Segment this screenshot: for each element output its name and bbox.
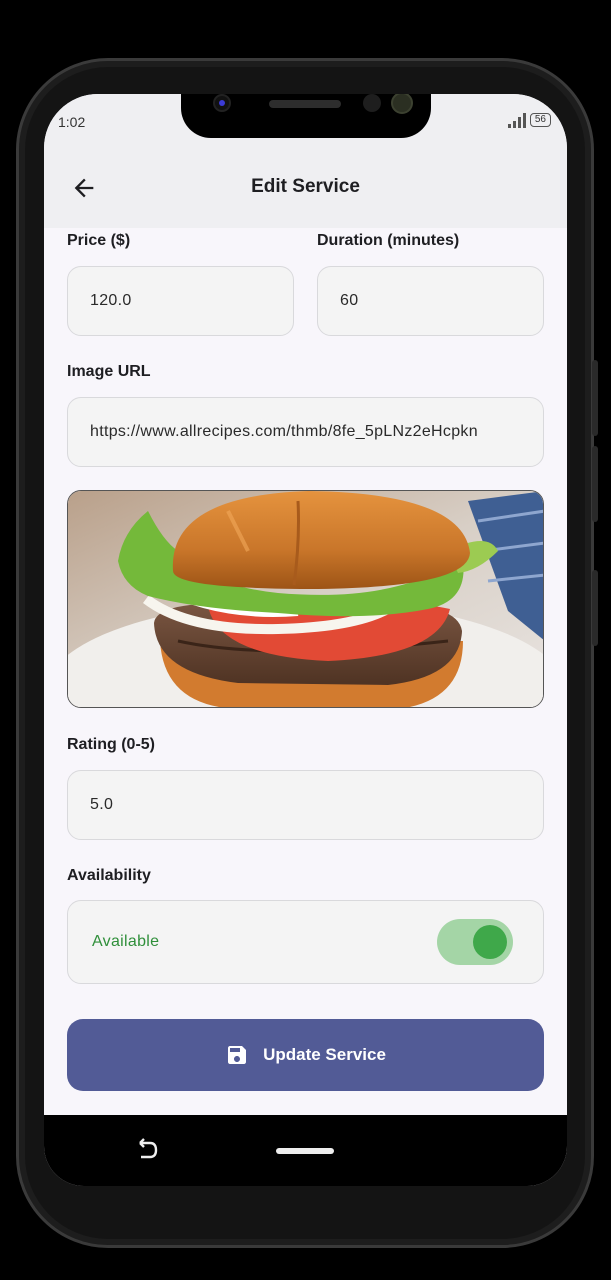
save-icon	[228, 1046, 247, 1064]
update-service-label: Update Service	[263, 1045, 386, 1064]
camera-lens-icon	[391, 94, 413, 114]
availability-label: Availability	[67, 867, 151, 884]
nav-back-icon[interactable]	[136, 1137, 160, 1163]
image-preview	[67, 490, 544, 708]
availability-status-text: Available	[92, 933, 160, 950]
duration-input[interactable]: 60	[317, 266, 544, 336]
battery-icon: 56	[529, 113, 551, 127]
camera-notch	[181, 94, 431, 138]
earpiece-speaker	[269, 100, 341, 108]
availability-toggle[interactable]	[437, 919, 513, 965]
price-label: Price ($)	[67, 232, 131, 249]
toggle-knob	[473, 925, 507, 959]
price-input[interactable]: 120.0	[67, 266, 294, 336]
status-time: 1:02	[58, 114, 86, 130]
rating-input[interactable]: 5.0	[67, 770, 544, 840]
volume-down-button	[592, 446, 598, 522]
front-camera-icon	[213, 94, 231, 112]
power-button	[592, 570, 598, 646]
image-url-label: Image URL	[67, 363, 151, 380]
availability-row: Available	[67, 900, 544, 984]
status-icons: 56	[507, 112, 551, 128]
update-service-button[interactable]: Update Service	[67, 1019, 544, 1091]
rating-label: Rating (0-5)	[67, 736, 155, 753]
system-nav-bar	[44, 1115, 567, 1186]
nav-home-pill[interactable]	[276, 1148, 334, 1154]
burger-image	[68, 491, 543, 707]
signal-icon	[507, 112, 526, 128]
image-url-input[interactable]: https://www.allrecipes.com/thmb/8fe_5pLN…	[67, 397, 544, 467]
sensor-icon	[363, 94, 381, 112]
volume-up-button	[592, 360, 598, 436]
screen: 1:02 56 Edit Service Price ($) Duration …	[44, 94, 567, 1186]
duration-label: Duration (minutes)	[317, 232, 460, 249]
page-title: Edit Service	[251, 176, 360, 197]
